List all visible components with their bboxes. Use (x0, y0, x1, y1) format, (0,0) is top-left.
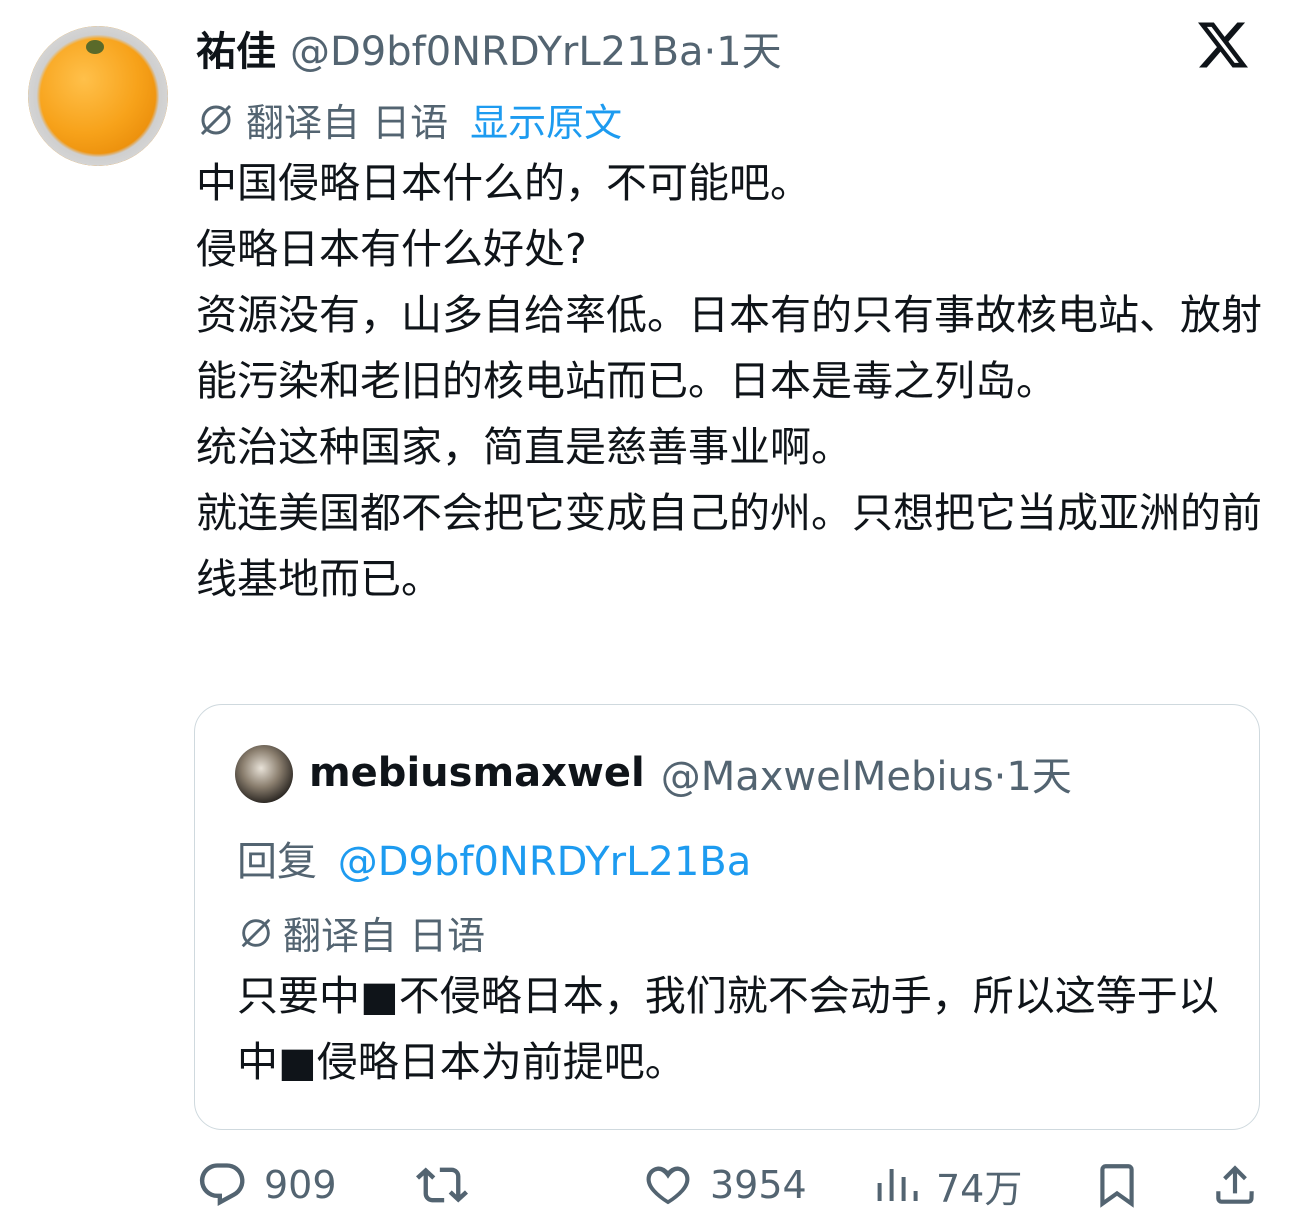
views-icon (877, 1169, 918, 1201)
reply-button[interactable]: 909 (196, 1152, 337, 1218)
translate-icon (200, 104, 232, 135)
reply-to-handle[interactable]: @D9bf0NRDYrL21Ba (338, 839, 752, 885)
retweet-icon (416, 1167, 468, 1203)
reply-count: 909 (264, 1163, 337, 1207)
quoted-text: 只要中■不侵略日本，我们就不会动手，所以这等于以中■侵略日本为前提吧。 (237, 972, 1219, 1086)
quoted-handle-time[interactable]: @MaxwelMebius·1天 (661, 744, 1072, 802)
tweet-line: 就连美国都不会把它变成自己的州。只想把它当成亚洲的前线基地而已。 (196, 489, 1262, 603)
reply-icon (199, 1163, 245, 1207)
reply-label: 回复 (237, 839, 317, 885)
tweet-line: 侵略日本有什么好处? (196, 225, 587, 273)
author-avatar[interactable] (28, 26, 168, 166)
tweet-header: 祐佳 @D9bf0NRDYrL21Ba·1天 (196, 18, 782, 78)
like-count: 3954 (710, 1163, 807, 1207)
bookmark-button[interactable] (1092, 1152, 1142, 1218)
tweet-body: 中国侵略日本什么的，不可能吧。 侵略日本有什么好处? 资源没有，山多自给率低。日… (196, 150, 1266, 612)
bookmark-icon (1100, 1164, 1134, 1208)
quoted-translated-from-label: 翻译自 日语 (283, 914, 486, 958)
translation-row: 翻译自 日语 显示原文 (196, 92, 622, 147)
quoted-tweet[interactable]: mebiusmaxwel @MaxwelMebius·1天 回复 @D9bf0N… (194, 704, 1260, 1130)
share-icon (1216, 1165, 1254, 1204)
tweet-line: 资源没有，山多自给率低。日本有的只有事故核电站、放射能污染和老旧的核电站而已。日… (196, 291, 1262, 405)
action-bar: 909 3954 74万 (196, 1152, 1266, 1218)
x-logo-icon[interactable] (1198, 20, 1248, 70)
retweet-button[interactable] (414, 1152, 486, 1218)
tweet-line: 中国侵略日本什么的，不可能吧。 (196, 159, 811, 207)
orange-stem (86, 40, 104, 54)
quoted-author-avatar[interactable] (235, 745, 293, 803)
quoted-translation-row: 翻译自 日语 (237, 905, 485, 960)
views-count: 74万 (936, 1166, 1023, 1211)
quoted-author-name[interactable]: mebiusmaxwel (309, 750, 645, 796)
author-name[interactable]: 祐佳 (196, 19, 276, 77)
reply-to-line: 回复 @D9bf0NRDYrL21Ba (237, 829, 751, 887)
share-button[interactable] (1210, 1152, 1260, 1218)
like-button[interactable]: 3954 (642, 1152, 807, 1218)
author-handle-time[interactable]: @D9bf0NRDYrL21Ba·1天 (290, 19, 782, 77)
translated-from-label: 翻译自 日语 (246, 101, 449, 145)
show-original-link[interactable]: 显示原文 (470, 92, 622, 147)
translate-icon (241, 918, 271, 947)
tweet-line: 统治这种国家，简直是慈善事业啊。 (196, 423, 852, 471)
like-icon (646, 1166, 690, 1205)
quoted-body: 只要中■不侵略日本，我们就不会动手，所以这等于以中■侵略日本为前提吧。 (237, 963, 1227, 1095)
views-button[interactable]: 74万 (872, 1152, 1022, 1218)
quoted-header: mebiusmaxwel @MaxwelMebius·1天 (309, 741, 1072, 805)
